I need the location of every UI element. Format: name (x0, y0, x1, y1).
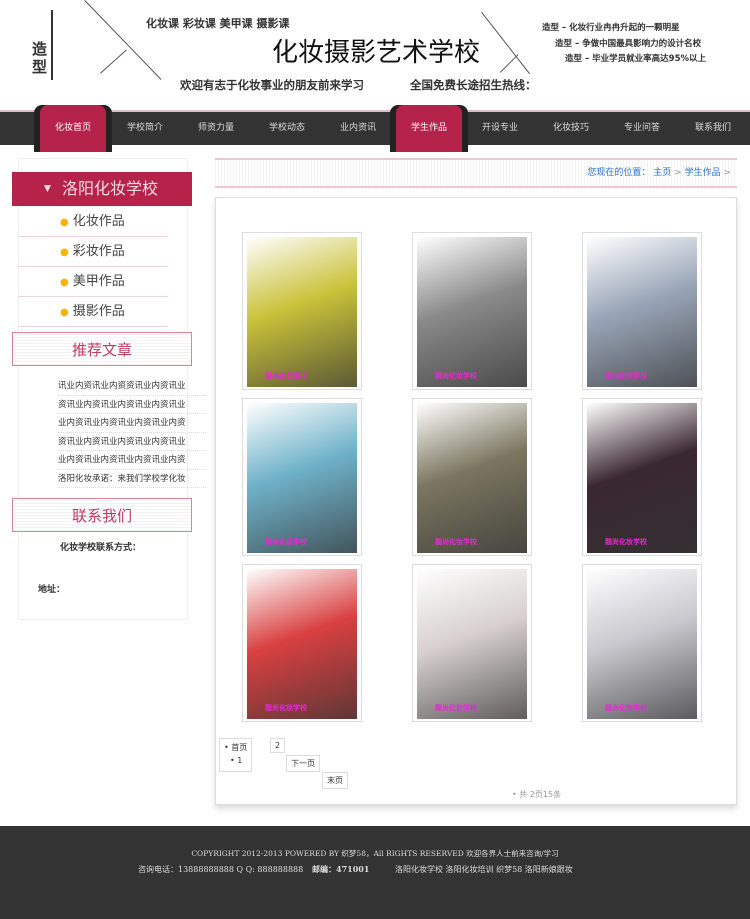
last-page-link[interactable]: 末页 (322, 772, 348, 789)
header-hotline: 全国免费长途招生热线： (410, 78, 537, 92)
student-work-photo[interactable]: 靓尚化妆学校 (417, 569, 527, 719)
gallery-item[interactable]: 靓尚化妆学校 (582, 232, 702, 390)
nav-item-industry[interactable]: 业内资讯 (323, 112, 393, 145)
article-link[interactable]: 业内资讯业内资讯业内资讯业内资 (58, 451, 206, 470)
student-work-photo[interactable]: 靓尚化妆学校 (247, 569, 357, 719)
nav-item-works[interactable]: 学生作品 (396, 105, 462, 152)
watermark-logo: 靓尚化妆学校 (605, 372, 647, 380)
nav-item-news[interactable]: 学校动态 (252, 112, 322, 145)
page-1-link[interactable]: • 1 (224, 754, 247, 767)
student-work-photo[interactable]: 靓尚化妆学校 (587, 569, 697, 719)
gallery-item[interactable]: 靓尚化妆学校 (582, 564, 702, 722)
student-work-photo[interactable]: 靓尚化妆学校 (417, 403, 527, 553)
pagination-total: • 共 2页15条 (512, 790, 562, 799)
header-slogan: 造型 – 化妆行业冉冉升起的一颗明星 (542, 23, 680, 33)
articles-heading: 推荐文章 (12, 332, 192, 366)
header-courses: 化妆课 彩妆课 美甲课 摄影课 (146, 17, 290, 30)
gallery-item[interactable]: 靓尚化妆学校 (242, 398, 362, 556)
article-link[interactable]: 业内资讯业内资讯业内资讯业内资 (58, 414, 206, 433)
sidebar-item-label: 摄影作品 (72, 304, 125, 319)
header-divider (51, 10, 53, 80)
student-work-photo[interactable]: 靓尚化妆学校 (587, 237, 697, 387)
watermark-logo: 靓尚化妆学校 (605, 538, 647, 546)
header-slogan: 造型 – 争做中国最具影响力的设计名校 (555, 39, 702, 49)
article-link[interactable]: 洛阳化妆承诺：来我们学校学化妆 (58, 470, 206, 488)
nav-item-home[interactable]: 化妆首页 (40, 105, 106, 152)
sidebar-item-makeup[interactable]: ● 化妆作品 (18, 207, 168, 237)
sidebar-item-photo[interactable]: ● 摄影作品 (18, 297, 168, 327)
header-slogan: 造型 – 毕业学员就业率高达95%以上 (565, 54, 707, 64)
breadcrumb-prefix: 您现在的位置： (587, 168, 651, 178)
student-work-photo[interactable]: 靓尚化妆学校 (417, 237, 527, 387)
breadcrumb-home[interactable]: 主页 (653, 168, 671, 178)
footer-links[interactable]: 洛阳化妆学校 洛阳化妆培训 织梦58 洛阳新娘跟妆 (395, 864, 573, 875)
header-title: 化妆摄影艺术学校 (272, 38, 481, 68)
nav-item-tips[interactable]: 化妆技巧 (536, 112, 606, 145)
article-link[interactable]: 资讯业内资讯业内资讯业内资讯业 (58, 433, 206, 451)
watermark-logo: 靓尚化妆学校 (435, 372, 477, 380)
page-2-link[interactable]: 2 (270, 738, 286, 753)
gallery-item[interactable]: 靓尚化妆学校 (412, 564, 532, 722)
student-work-photo[interactable]: 靓尚化妆学校 (587, 403, 697, 553)
footer-postcode: 邮编：471001 (312, 864, 370, 874)
sidebar-item-nail[interactable]: ● 美甲作品 (18, 267, 168, 297)
nav-item-contact[interactable]: 联系我们 (678, 112, 748, 145)
gallery-item[interactable]: 靓尚化妆学校 (242, 232, 362, 390)
next-page-link[interactable]: 下一页 (286, 755, 320, 772)
student-work-photo[interactable]: 靓尚化妆学校 (247, 403, 357, 553)
pagination-first[interactable]: • 首页 • 1 (219, 738, 253, 772)
watermark-logo: 靓尚化妆学校 (265, 704, 307, 712)
gallery-item[interactable]: 靓尚化妆学校 (412, 232, 532, 390)
nav-item-teachers[interactable]: 师资力量 (181, 112, 251, 145)
bullet-icon: ● (60, 217, 69, 228)
bullet-icon: ● (60, 247, 69, 258)
watermark-logo: 靓尚化妆学校 (435, 538, 477, 546)
article-link[interactable]: 资讯业内资讯业内资讯业内资讯业 (58, 396, 206, 414)
watermark-logo: 靓尚化妆学校 (265, 538, 307, 546)
nav-item-majors[interactable]: 开设专业 (465, 112, 535, 145)
sidebar-title: ▼ 洛阳化妆学校 (12, 172, 192, 206)
student-work-photo[interactable]: 靓尚化妆学校 (247, 237, 357, 387)
footer-phone: 咨询电话：13888888888 Q Q: 888888888 (138, 865, 304, 874)
page-first-link[interactable]: • 首页 (224, 741, 247, 754)
decor-line (500, 54, 519, 73)
caret-down-icon: ▼ (44, 184, 51, 194)
sidebar-item-label: 彩妆作品 (72, 244, 125, 259)
nav-item-about[interactable]: 学校简介 (110, 112, 180, 145)
sidebar-item-label: 化妆作品 (72, 214, 125, 229)
breadcrumb: 您现在的位置： 主页 > 学生作品 > (215, 158, 737, 188)
header-welcome: 欢迎有志于化妆事业的朋友前来学习 (180, 78, 364, 92)
chevron-right-icon: > (723, 168, 731, 178)
watermark-logo: 靓尚化妆学校 (435, 704, 477, 712)
watermark-logo: 靓尚化妆学校 (605, 704, 647, 712)
sidebar-item-label: 美甲作品 (72, 274, 125, 289)
gallery-item[interactable]: 靓尚化妆学校 (412, 398, 532, 556)
bullet-icon: ● (60, 277, 69, 288)
gallery-item[interactable]: 靓尚化妆学校 (582, 398, 702, 556)
nav-item-qa[interactable]: 专业问答 (607, 112, 677, 145)
decor-line (100, 49, 127, 74)
main-nav: 化妆首页 学校简介 师资力量 学校动态 业内资讯 学生作品 开设专业 化妆技巧 … (0, 105, 750, 152)
decor-line (84, 0, 162, 80)
contact-heading: 联系我们 (12, 498, 192, 532)
watermark-logo: 靓尚化妆学校 (265, 372, 307, 380)
gallery-panel: 靓尚化妆学校 靓尚化妆学校 靓尚化妆学校 靓尚化妆学校 靓尚化妆学校 靓尚化妆学校 靓尚化妆… (215, 197, 737, 805)
breadcrumb-current[interactable]: 学生作品 (685, 168, 721, 178)
sidebar-item-color[interactable]: ● 彩妆作品 (18, 237, 168, 267)
footer-copyright: COPYRIGHT 2012-2013 POWERED BY 织梦58，All … (191, 849, 559, 858)
address-label: 地址： (38, 585, 66, 595)
gallery-item[interactable]: 靓尚化妆学校 (242, 564, 362, 722)
chevron-right-icon: > (674, 168, 682, 178)
article-link[interactable]: 讯业内资讯业内资资讯业内资讯业 (58, 377, 206, 396)
bullet-icon: ● (60, 307, 69, 318)
header-vertical-text: 造型 (32, 40, 48, 76)
contact-label: 化妆学校联系方式： (60, 543, 142, 553)
sidebar-title-text: 洛阳化妆学校 (62, 179, 159, 198)
footer: COPYRIGHT 2012-2013 POWERED BY 织梦58，All … (0, 826, 750, 919)
